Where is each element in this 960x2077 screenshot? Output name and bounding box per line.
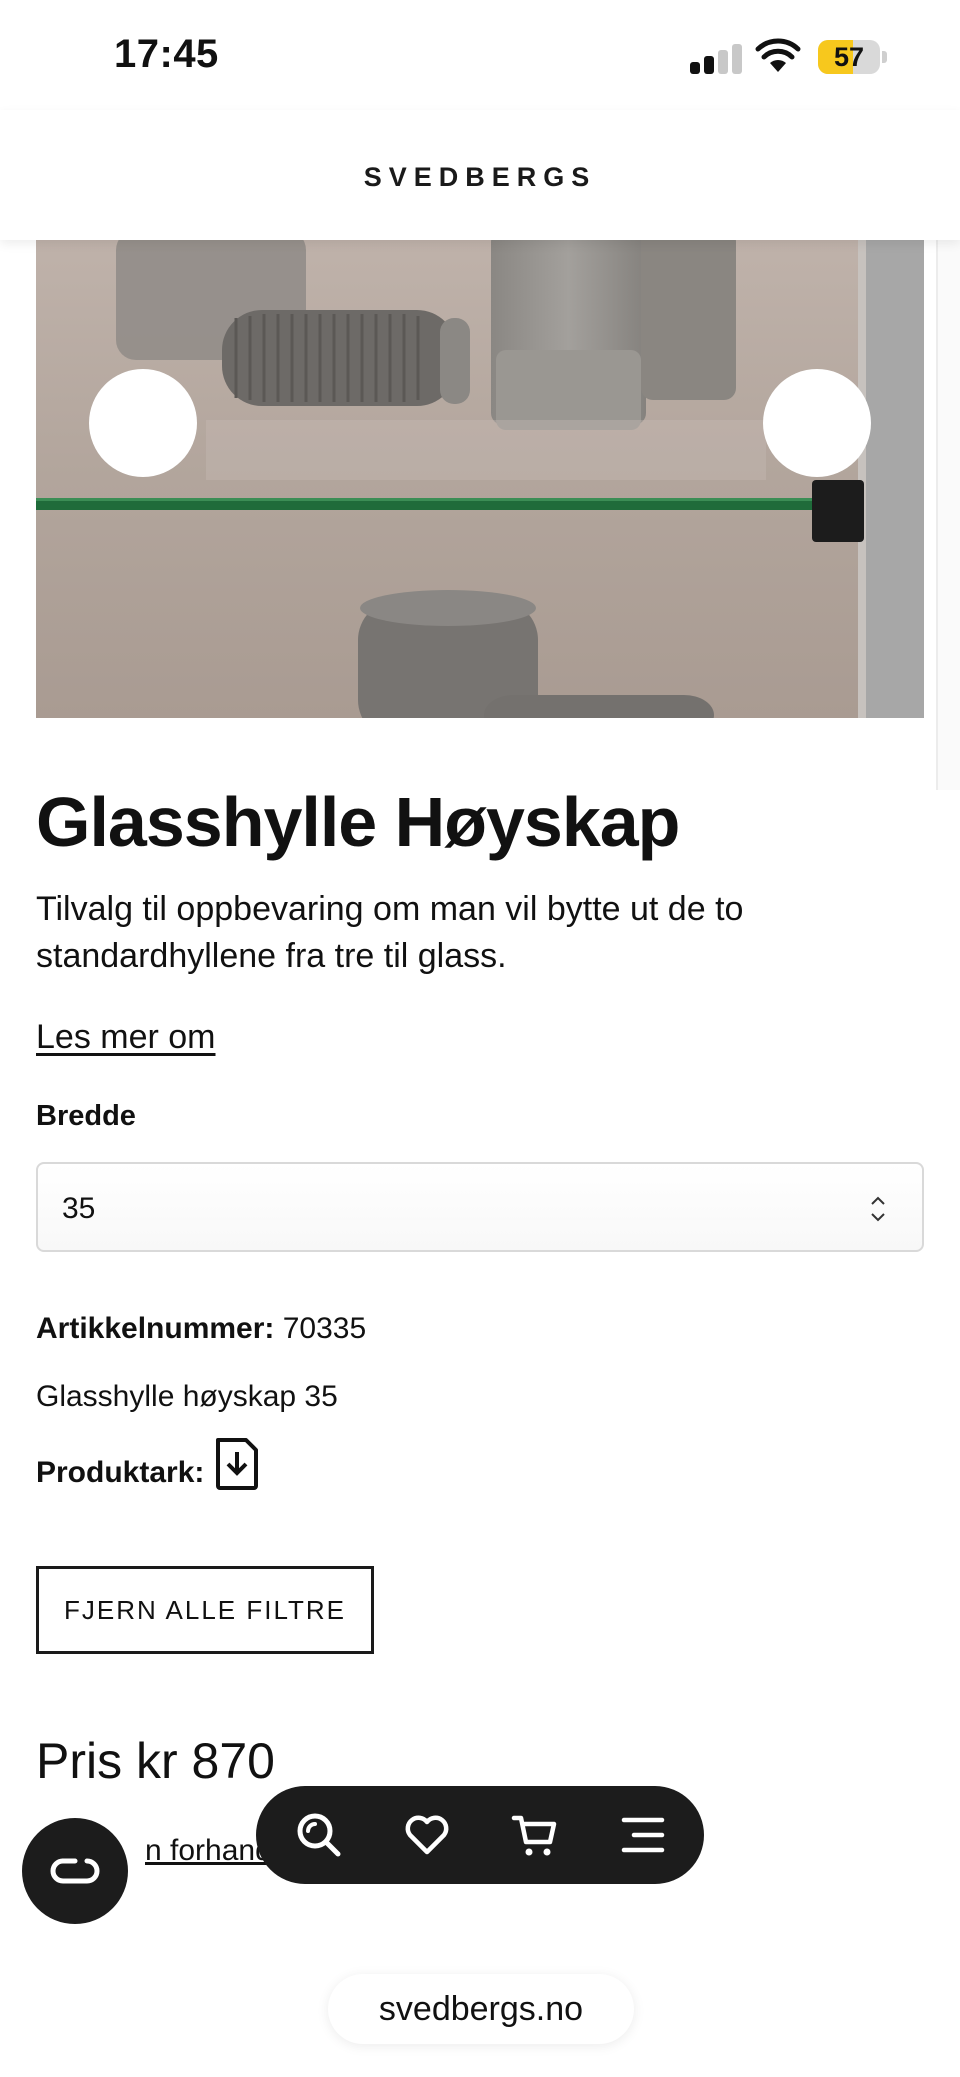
width-select[interactable]: 35 <box>36 1162 924 1252</box>
product-title: Glasshylle Høyskap <box>36 783 680 861</box>
battery-icon: 57 <box>818 40 888 74</box>
product-photo <box>36 240 924 718</box>
chat-glasses-icon <box>50 1858 100 1884</box>
read-more-link[interactable]: Les mer om <box>36 1018 216 1057</box>
browser-url-bar[interactable]: svedbergs.no <box>328 1974 634 2044</box>
cellular-signal-icon <box>690 44 742 74</box>
price: Pris kr 870 <box>36 1733 275 1789</box>
next-image-peek <box>936 240 960 790</box>
cart-icon[interactable] <box>510 1810 560 1860</box>
brand-logo[interactable]: SVEDBERGS <box>0 162 960 193</box>
file-download-icon[interactable] <box>214 1438 260 1490</box>
carousel-prev-button[interactable] <box>89 369 197 477</box>
article-number-value: 70335 <box>282 1312 367 1345</box>
battery-level: 57 <box>833 42 865 72</box>
status-bar: 17:45 57 <box>0 0 960 110</box>
datasheet-label: Produktark: <box>36 1456 205 1489</box>
bottom-nav-bar <box>256 1786 704 1884</box>
article-number-label: Artikkelnummer: <box>36 1312 275 1345</box>
chevron-up-down-icon <box>871 1196 885 1222</box>
clear-filters-button[interactable]: FJERN ALLE FILTRE <box>36 1566 374 1654</box>
site-header: SVEDBERGS <box>0 110 960 240</box>
carousel-next-button[interactable] <box>763 369 871 477</box>
width-select-value: 35 <box>62 1192 96 1225</box>
chat-button[interactable] <box>22 1818 128 1924</box>
product-image[interactable] <box>36 240 924 718</box>
article-number-row: Artikkelnummer: 70335 <box>36 1312 366 1346</box>
product-description: Tilvalg til oppbevaring om man vil bytte… <box>36 890 744 975</box>
wifi-icon <box>755 38 801 72</box>
menu-icon[interactable] <box>618 1810 668 1860</box>
search-icon[interactable] <box>294 1810 344 1860</box>
status-time: 17:45 <box>114 32 219 76</box>
width-label: Bredde <box>36 1100 136 1132</box>
heart-icon[interactable] <box>402 1810 452 1860</box>
variant-name: Glasshylle høyskap 35 <box>36 1380 338 1413</box>
